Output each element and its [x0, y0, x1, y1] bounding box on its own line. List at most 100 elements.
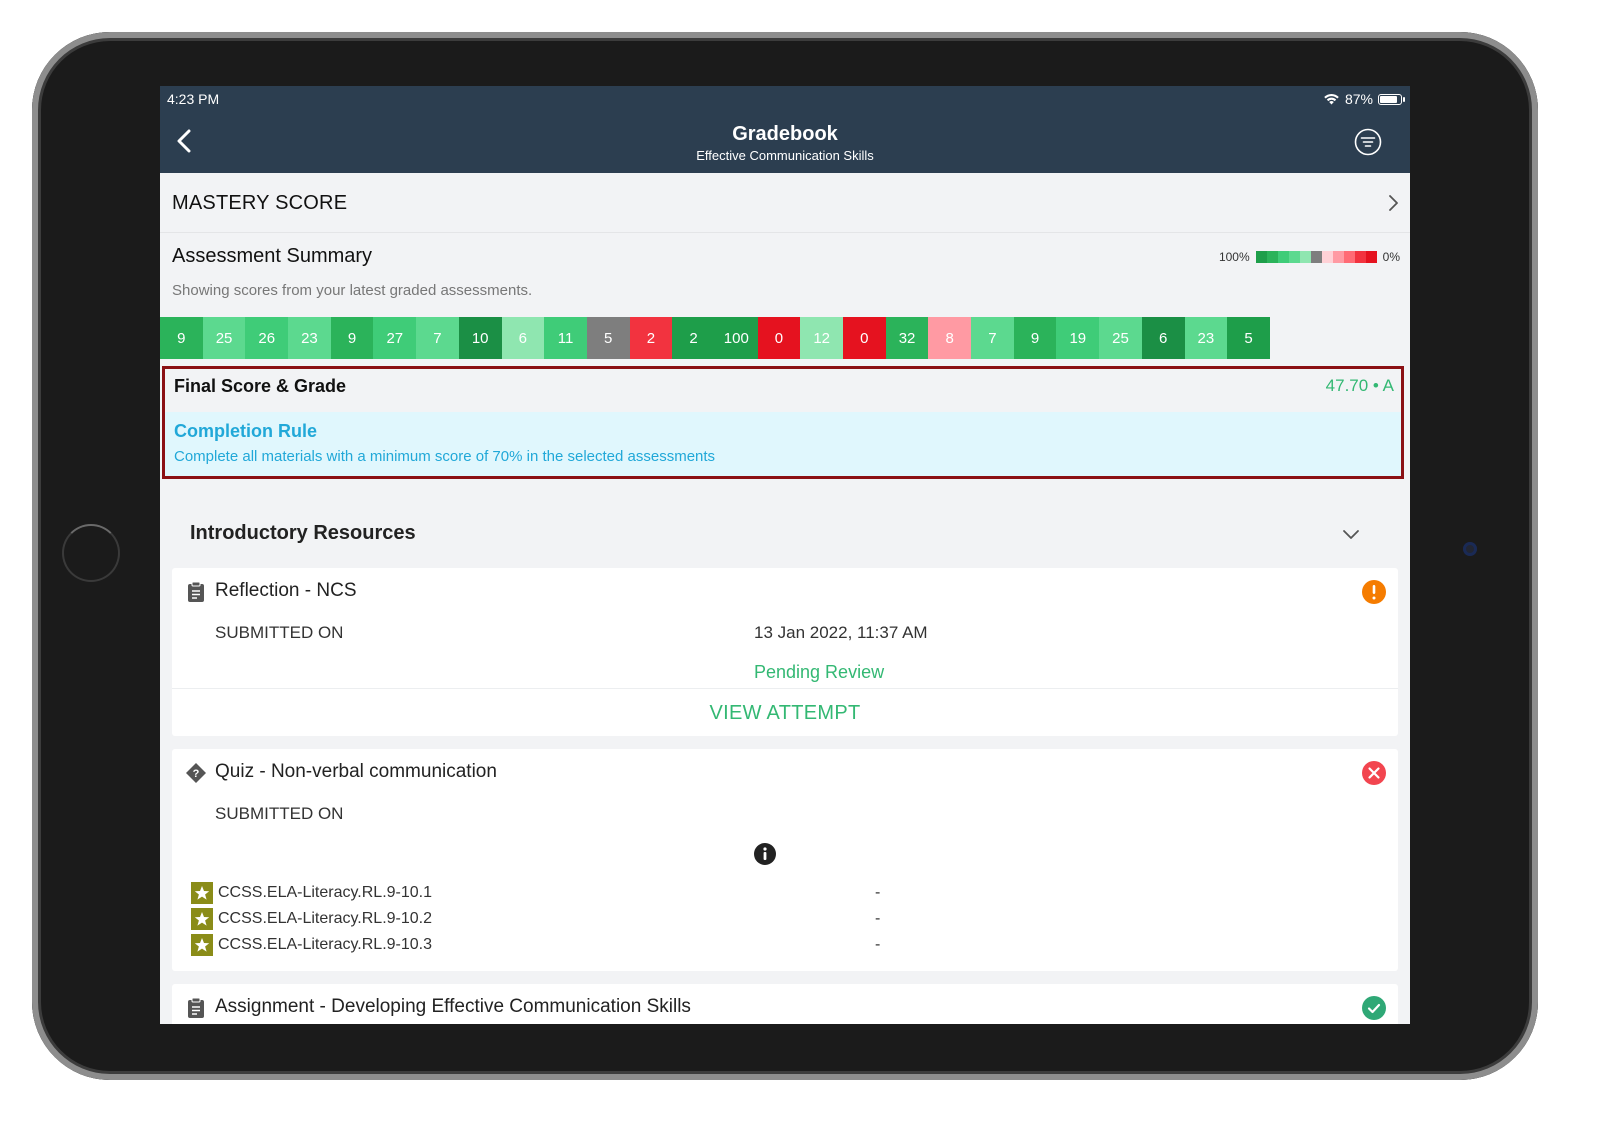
standard-score: -	[875, 936, 881, 953]
info-icon[interactable]	[754, 843, 776, 865]
submitted-on-value: 13 Jan 2022, 11:37 AM	[754, 623, 928, 642]
status-indicators: 87%	[1323, 91, 1405, 107]
review-status: Pending Review	[754, 662, 885, 682]
final-score-label: Final Score & Grade	[174, 376, 347, 396]
score-cell[interactable]: 23	[1184, 317, 1228, 359]
legend-swatch	[1332, 251, 1344, 263]
score-cell[interactable]: 25	[202, 317, 246, 359]
page-title: Gradebook	[732, 123, 838, 145]
star-icon	[191, 882, 213, 904]
score-cell[interactable]: 25	[1099, 317, 1142, 359]
card-divider	[172, 688, 1398, 689]
legend-swatch	[1266, 251, 1278, 263]
navigation-header: 4:23 PM 87% Gradebook Effective Communic…	[160, 86, 1410, 173]
legend-gradient	[1255, 251, 1377, 263]
legend-swatch	[1321, 251, 1333, 263]
completion-rule-description: Complete all materials with a minimum sc…	[174, 448, 716, 465]
legend-swatch	[1343, 251, 1355, 263]
score-cell[interactable]: 5	[586, 317, 630, 359]
card-title: Quiz - Non-verbal communication	[215, 761, 497, 782]
standard-code: CCSS.ELA-Literacy.RL.9-10.2	[218, 910, 433, 927]
score-cell[interactable]: 10	[458, 317, 502, 359]
legend-swatch	[1310, 251, 1322, 263]
standard-score: -	[875, 910, 881, 927]
standard-row: CCSS.ELA-Literacy.RL.9-10.3	[191, 934, 432, 956]
assignment-card: Assignment - Developing Effective Commun…	[172, 984, 1398, 1024]
assessment-summary-title: Assessment Summary	[172, 245, 373, 267]
mastery-score-row[interactable]: MASTERY SCORE	[160, 173, 1410, 233]
wifi-icon	[1324, 93, 1339, 105]
star-icon	[191, 934, 213, 956]
score-strip: 9 25 26 23 9 27 7 10 6 11 5 2 2 100 0 12 0 32 8 7 9 19 25 6 23 5	[160, 317, 1270, 359]
clipboard-icon	[188, 581, 204, 602]
view-attempt-button[interactable]: VIEW ATTEMPT	[172, 702, 1398, 725]
reflection-card: Reflection - NCS SUBMITTED ON 13 Jan 202…	[172, 568, 1398, 736]
score-cell[interactable]: 32	[885, 317, 929, 359]
front-camera	[1463, 542, 1477, 556]
battery-icon	[1378, 93, 1405, 105]
chevron-right-icon	[1389, 195, 1398, 211]
score-cell[interactable]: 8	[928, 317, 972, 359]
status-time: 4:23 PM	[167, 91, 220, 107]
score-cell[interactable]: 5	[1227, 317, 1270, 359]
score-cell[interactable]: 6	[1141, 317, 1185, 359]
legend-swatch	[1288, 251, 1300, 263]
assessment-summary-description: Showing scores from your latest graded a…	[172, 282, 533, 299]
score-cell[interactable]: 23	[288, 317, 331, 359]
warning-icon	[1362, 580, 1386, 604]
section-title: Introductory Resources	[190, 522, 416, 544]
score-cell[interactable]: 7	[416, 317, 459, 359]
score-cell[interactable]: 2	[672, 317, 715, 359]
legend-swatch	[1277, 251, 1289, 263]
standard-row: CCSS.ELA-Literacy.RL.9-10.1	[191, 882, 432, 904]
standard-score: -	[875, 884, 881, 901]
standard-row: CCSS.ELA-Literacy.RL.9-10.2	[191, 908, 432, 930]
legend-swatch	[1354, 251, 1366, 263]
svg-text:?: ?	[193, 768, 200, 780]
card-title: Assignment - Developing Effective Commun…	[215, 996, 691, 1017]
filter-button[interactable]	[1354, 128, 1382, 156]
final-score-value: 47.70 • A	[1325, 376, 1394, 395]
score-color-legend: 100% 0%	[1219, 250, 1400, 264]
score-cell[interactable]: 12	[800, 317, 843, 359]
score-cell[interactable]: 9	[330, 317, 374, 359]
score-cell[interactable]: 9	[160, 317, 203, 359]
completion-rule-title: Completion Rule	[174, 421, 317, 441]
home-button[interactable]	[62, 524, 120, 582]
chevron-down-icon[interactable]	[1342, 528, 1360, 540]
legend-low-label: 0%	[1382, 250, 1400, 264]
legend-swatch	[1255, 251, 1267, 263]
error-icon	[1362, 761, 1386, 785]
card-title: Reflection - NCS	[215, 580, 357, 601]
standard-code: CCSS.ELA-Literacy.RL.9-10.1	[218, 884, 433, 901]
check-icon	[1362, 996, 1386, 1020]
score-cell[interactable]: 27	[373, 317, 417, 359]
final-score-header: Final Score & Grade 47.70 • A	[165, 369, 1401, 412]
score-cell[interactable]: 19	[1056, 317, 1100, 359]
score-cell[interactable]: 6	[501, 317, 545, 359]
score-cell[interactable]: 0	[843, 317, 886, 359]
mastery-score-label: MASTERY SCORE	[172, 192, 348, 214]
legend-swatch	[1299, 251, 1311, 263]
score-cell[interactable]: 0	[757, 317, 801, 359]
quiz-card: ? Quiz - Non-verbal communication SUBMIT…	[172, 749, 1398, 971]
page-subtitle: Effective Communication Skills	[696, 148, 874, 163]
score-cell[interactable]: 100	[714, 317, 758, 359]
legend-swatch	[1365, 251, 1377, 263]
submitted-on-label: SUBMITTED ON	[215, 804, 344, 823]
score-cell[interactable]: 11	[544, 317, 587, 359]
app-screen: 4:23 PM 87% Gradebook Effective Communic…	[160, 86, 1410, 1024]
legend-high-label: 100%	[1218, 250, 1250, 264]
quiz-icon: ?	[186, 763, 206, 783]
final-score-panel: Final Score & Grade 47.70 • A Completion…	[162, 366, 1404, 479]
score-cell[interactable]: 26	[245, 317, 289, 359]
score-cell[interactable]: 9	[1013, 317, 1057, 359]
clipboard-icon	[188, 997, 204, 1018]
standard-code: CCSS.ELA-Literacy.RL.9-10.3	[218, 936, 433, 953]
score-cell[interactable]: 7	[971, 317, 1014, 359]
battery-percent: 87%	[1344, 91, 1373, 107]
filter-icon	[1354, 128, 1382, 156]
submitted-on-label: SUBMITTED ON	[215, 623, 344, 642]
score-cell[interactable]: 2	[629, 317, 673, 359]
star-icon	[191, 908, 213, 930]
